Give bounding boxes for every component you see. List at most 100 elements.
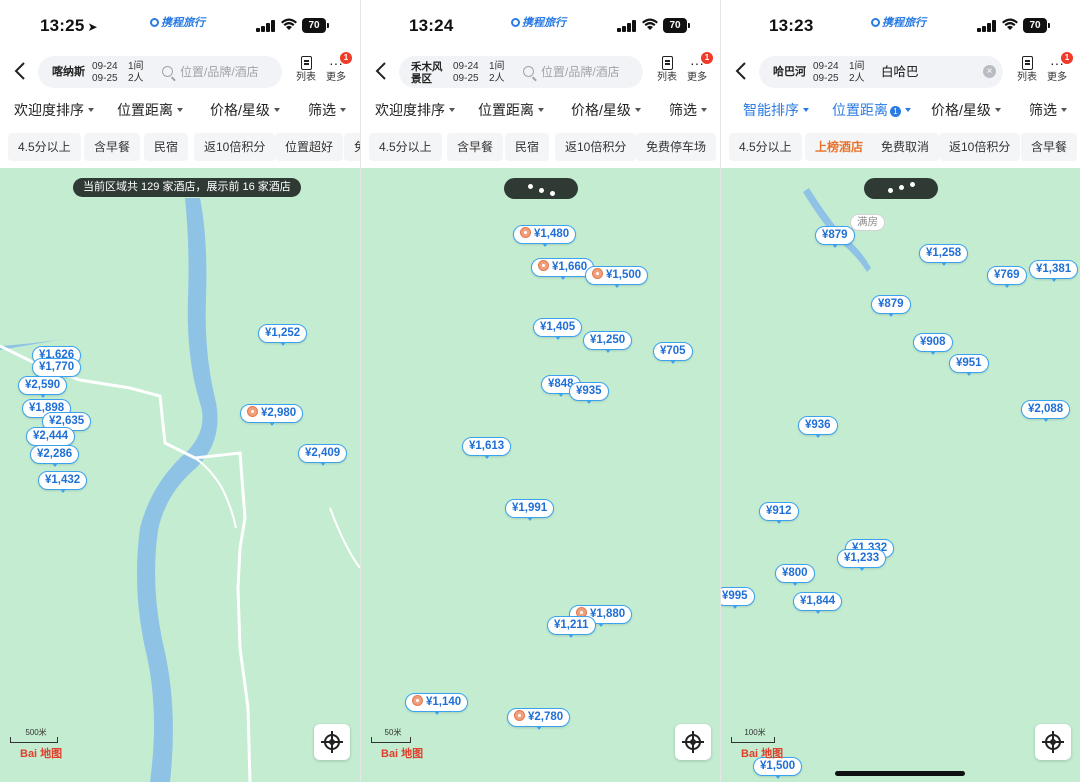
stay-dates[interactable]: 09-24 09-25: [92, 61, 118, 85]
hotel-price-marker[interactable]: ¥1,250: [583, 331, 633, 353]
status-bar: 13:23 携程旅行 70: [721, 0, 1080, 52]
sold-out-marker[interactable]: 满房: [850, 214, 885, 231]
sort-distance[interactable]: 位置距离: [478, 100, 544, 120]
hotel-price-marker[interactable]: ¥2,088: [1021, 400, 1071, 422]
sort-distance[interactable]: 位置距离 1: [832, 100, 911, 120]
hotel-price-marker[interactable]: ¥935: [569, 382, 609, 404]
list-view-button[interactable]: 列表: [653, 54, 681, 84]
sort-distance[interactable]: 位置距离: [117, 100, 183, 120]
chip[interactable]: 返10倍积分: [194, 133, 276, 161]
chip[interactable]: 免费停车场: [636, 133, 717, 161]
locate-me-button[interactable]: [675, 724, 711, 760]
hotel-price-marker[interactable]: ¥1,770: [32, 358, 82, 380]
hotel-price-marker[interactable]: ¥705: [653, 342, 693, 364]
chip[interactable]: 免: [344, 133, 360, 161]
hotel-price-marker[interactable]: ¥2,444: [26, 427, 76, 449]
chip[interactable]: 位置超好: [275, 133, 344, 161]
hotel-price-marker[interactable]: ¥1,991: [505, 499, 555, 521]
search-location[interactable]: 禾木风 景区: [411, 61, 443, 85]
hotel-price-marker[interactable]: ¥1,405: [533, 318, 583, 340]
hotel-price-marker[interactable]: ¥1,613: [462, 437, 512, 459]
sort-price-star[interactable]: 价格/星级: [571, 100, 641, 120]
locate-me-button[interactable]: [1035, 724, 1071, 760]
hotel-price-marker[interactable]: ¥1,432: [38, 471, 88, 493]
notification-badge: 1: [701, 52, 713, 64]
chip-top-ranked[interactable]: 上榜酒店: [805, 133, 874, 161]
hotel-price-marker[interactable]: ¥1,211: [547, 616, 596, 638]
search-location[interactable]: 喀纳斯: [52, 56, 85, 88]
hotel-map[interactable]: ¥1,480 ¥1,660 ¥1,500 ¥1,405 ¥1,250 ¥705 …: [361, 168, 720, 782]
sort-price-star[interactable]: 价格/星级: [210, 100, 280, 120]
hotel-price-marker[interactable]: ¥936: [798, 416, 838, 438]
stay-dates[interactable]: 09-24 09-25: [813, 61, 839, 85]
chip[interactable]: 含早餐: [447, 133, 504, 161]
search-placeholder[interactable]: 位置/品牌/酒店: [541, 56, 620, 88]
filter-button[interactable]: 筛选: [669, 100, 707, 120]
caret-down-icon: [905, 108, 911, 112]
chip[interactable]: 含早餐: [1021, 133, 1078, 161]
hotel-price-marker[interactable]: ¥995: [721, 587, 755, 609]
sort-popularity[interactable]: 欢迎度排序: [14, 100, 94, 120]
hotel-price-marker[interactable]: ¥800: [775, 564, 815, 586]
filter-button[interactable]: 筛选: [308, 100, 346, 120]
room-guests[interactable]: 1间 2人: [849, 61, 865, 85]
hotel-price-marker[interactable]: ¥1,140: [405, 693, 469, 715]
sort-price-star[interactable]: 价格/星级: [931, 100, 1001, 120]
screen-habahe: 13:23 携程旅行 70 哈巴河 09-24 09-25 1间 2人 白哈巴 × …: [720, 0, 1080, 782]
hotel-price-marker[interactable]: ¥1,480: [513, 225, 577, 247]
sort-smart[interactable]: 智能排序: [743, 100, 809, 120]
hotel-price-marker[interactable]: ¥1,381: [1029, 260, 1079, 282]
hotel-price-marker[interactable]: ¥1,258: [919, 244, 969, 266]
hotel-price-marker[interactable]: ¥769: [987, 266, 1027, 288]
chip[interactable]: 4.5分以上: [369, 133, 442, 161]
room-guests[interactable]: 1间 2人: [489, 61, 505, 85]
back-arrow-icon[interactable]: [12, 60, 28, 82]
hotel-price-marker[interactable]: ¥1,844: [793, 592, 843, 614]
more-button[interactable]: ··· 更多 1: [1043, 52, 1073, 84]
chip[interactable]: 含早餐: [84, 133, 141, 161]
hotel-price-marker[interactable]: ¥2,590: [18, 376, 68, 398]
chip[interactable]: 民宿: [505, 133, 550, 161]
hotel-price-marker[interactable]: ¥2,409: [298, 444, 348, 466]
chip[interactable]: 民宿: [144, 133, 189, 161]
locate-me-button[interactable]: [314, 724, 350, 760]
hotel-price-marker[interactable]: ¥879: [815, 226, 855, 248]
search-bar[interactable]: 喀纳斯 09-24 09-25 1间 2人 位置/品牌/酒店: [38, 56, 282, 88]
hotel-price-marker[interactable]: ¥2,980: [240, 404, 304, 426]
chip[interactable]: 免费取消: [871, 133, 940, 161]
chip[interactable]: 返10倍积分: [555, 133, 637, 161]
hotel-map[interactable]: 满房 ¥879 ¥1,258 ¥769 ¥1,381 ¥879 ¥908 ¥95…: [721, 168, 1080, 782]
more-button[interactable]: ··· 更多 1: [683, 52, 713, 84]
search-bar[interactable]: 哈巴河 09-24 09-25 1间 2人 白哈巴 ×: [759, 56, 1003, 88]
hotel-price-marker[interactable]: ¥908: [913, 333, 953, 355]
baidu-map-logo: Bai 地图: [741, 748, 784, 760]
search-bar[interactable]: 禾木风 景区 09-24 09-25 1间 2人 位置/品牌/酒店: [399, 56, 643, 88]
back-arrow-icon[interactable]: [733, 60, 749, 82]
stay-dates[interactable]: 09-24 09-25: [453, 61, 479, 85]
room-guests[interactable]: 1间 2人: [128, 61, 144, 85]
hotel-price-marker[interactable]: ¥951: [949, 354, 989, 376]
hotel-price-marker[interactable]: ¥2,286: [30, 445, 80, 467]
sort-popularity[interactable]: 欢迎度排序: [375, 100, 455, 120]
list-view-button[interactable]: 列表: [1013, 54, 1041, 84]
hotel-price-marker[interactable]: ¥912: [759, 502, 799, 524]
chip[interactable]: 4.5分以上: [729, 133, 802, 161]
clear-search-icon[interactable]: ×: [983, 65, 996, 78]
hotel-price-marker[interactable]: ¥1,252: [258, 324, 308, 346]
hotel-price-marker[interactable]: ¥879: [871, 295, 911, 317]
back-arrow-icon[interactable]: [373, 60, 389, 82]
hotel-map[interactable]: 当前区域共 129 家酒店，展示前 16 家酒店 ¥1,626 ¥1,770 ¥…: [0, 168, 360, 782]
hotel-price-marker[interactable]: ¥2,780: [507, 708, 571, 730]
hotel-price-marker[interactable]: ¥1,500: [585, 266, 649, 288]
home-indicator[interactable]: [835, 771, 965, 776]
hotel-price-marker[interactable]: ¥1,233: [837, 549, 887, 571]
list-view-button[interactable]: 列表: [292, 54, 320, 84]
search-placeholder[interactable]: 位置/品牌/酒店: [180, 56, 259, 88]
search-keyword[interactable]: 白哈巴: [881, 56, 919, 88]
more-button[interactable]: ··· 更多 1: [322, 52, 352, 84]
crosshair-icon: [685, 734, 701, 750]
chip[interactable]: 4.5分以上: [8, 133, 81, 161]
search-location[interactable]: 哈巴河: [773, 56, 806, 88]
chip[interactable]: 返10倍积分: [939, 133, 1021, 161]
filter-button[interactable]: 筛选: [1029, 100, 1067, 120]
